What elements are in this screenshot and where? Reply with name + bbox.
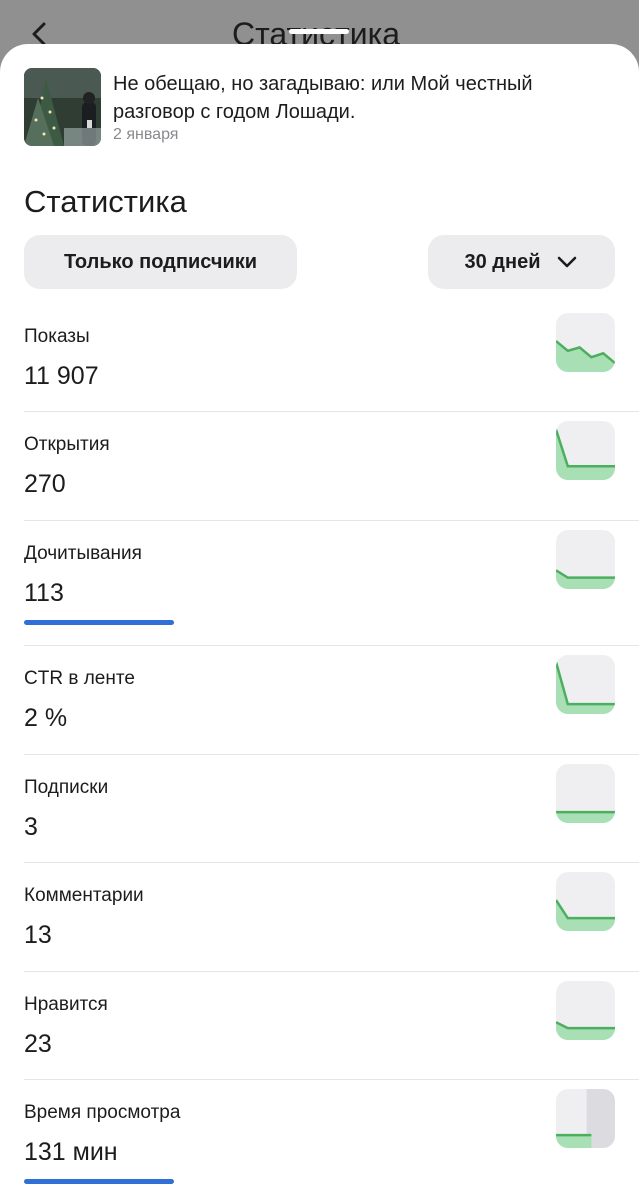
filter-subscribers-label: Только подписчики bbox=[63, 250, 258, 273]
stats-sheet: Не обещаю, но загадываю: или Мой честный… bbox=[0, 44, 639, 1200]
metric-value: 131 мин bbox=[24, 1138, 118, 1166]
article-title: Не обещаю, но загадываю: или Мой честный… bbox=[113, 73, 533, 123]
metric-value: 270 bbox=[24, 470, 66, 498]
metric-row-impressions[interactable]: Показы 11 907 bbox=[0, 304, 639, 412]
metric-row-read-throughs[interactable]: Дочитывания 113 bbox=[0, 521, 639, 646]
metric-label: Дочитывания bbox=[24, 543, 142, 564]
chevron-down-icon bbox=[557, 256, 576, 268]
article-thumbnail bbox=[24, 68, 101, 146]
metric-label: Нравится bbox=[24, 994, 108, 1015]
stats-heading: Статистика bbox=[24, 184, 187, 219]
metric-row-subscriptions[interactable]: Подписки 3 bbox=[0, 755, 639, 863]
metric-row-opens[interactable]: Открытия 270 bbox=[0, 412, 639, 521]
metric-label: Показы bbox=[24, 326, 90, 347]
metric-value: 2 % bbox=[24, 704, 68, 732]
metric-row-watch-time[interactable]: Время просмотра 131 мин bbox=[0, 1080, 639, 1200]
article-card[interactable]: Не обещаю, но загадываю: или Мой честный… bbox=[24, 68, 614, 148]
metric-label: Открытия bbox=[24, 434, 110, 455]
metric-row-likes[interactable]: Нравится 23 bbox=[0, 972, 639, 1080]
metric-value: 11 907 bbox=[24, 362, 99, 390]
sparkline-chart[interactable] bbox=[556, 872, 615, 931]
sparkline-chart[interactable] bbox=[556, 421, 615, 480]
period-label: 30 дней bbox=[464, 250, 541, 273]
metric-value: 113 bbox=[24, 579, 64, 607]
article-date: 2 января bbox=[113, 126, 179, 143]
sparkline-chart[interactable] bbox=[556, 764, 615, 823]
sparkline-chart[interactable] bbox=[556, 1089, 615, 1148]
sparkline-chart[interactable] bbox=[556, 313, 615, 372]
metric-row-ctr[interactable]: CTR в ленте 2 % bbox=[0, 646, 639, 755]
period-dropdown[interactable]: 30 дней bbox=[428, 235, 615, 289]
metric-progress-bar bbox=[24, 1179, 174, 1184]
metric-value: 3 bbox=[24, 813, 38, 841]
filter-subscribers-only-button[interactable]: Только подписчики bbox=[24, 235, 297, 289]
metric-label: Комментарии bbox=[24, 885, 144, 906]
metric-label: CTR в ленте bbox=[24, 668, 135, 689]
sheet-grabber[interactable] bbox=[289, 29, 349, 34]
sparkline-chart[interactable] bbox=[556, 655, 615, 714]
sparkline-chart[interactable] bbox=[556, 530, 615, 589]
metric-label: Время просмотра bbox=[24, 1102, 181, 1123]
metric-label: Подписки bbox=[24, 777, 109, 798]
metric-value: 13 bbox=[24, 921, 52, 949]
metric-value: 23 bbox=[24, 1030, 52, 1058]
metric-row-comments[interactable]: Комментарии 13 bbox=[0, 863, 639, 972]
sparkline-chart[interactable] bbox=[556, 981, 615, 1040]
metric-progress-bar bbox=[24, 620, 174, 625]
